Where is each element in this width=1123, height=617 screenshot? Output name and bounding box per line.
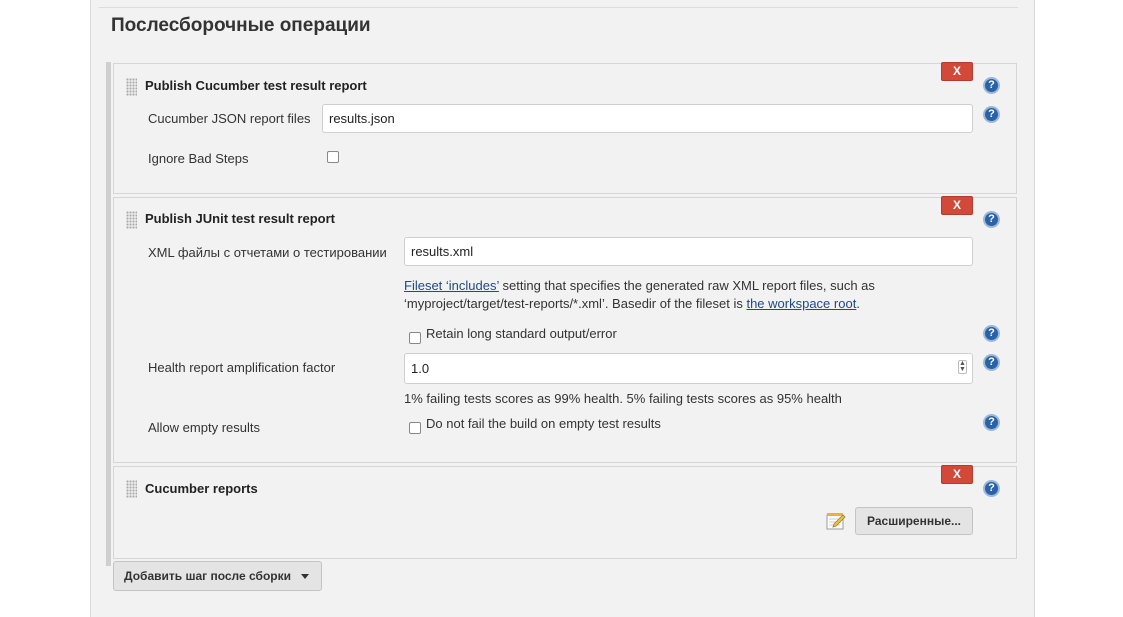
retain-output-checkbox[interactable] bbox=[409, 332, 421, 344]
description-text: ‘myproject/target/test-reports/*.xml’. B… bbox=[404, 296, 747, 311]
health-factor-label: Health report amplification factor bbox=[148, 360, 336, 375]
block-title: Cucumber reports bbox=[145, 481, 258, 496]
drag-handle-icon[interactable] bbox=[126, 480, 137, 498]
description-text: . bbox=[856, 296, 860, 311]
chevron-down-icon bbox=[301, 574, 309, 580]
help-icon[interactable]: ? bbox=[983, 325, 1000, 342]
help-icon[interactable]: ? bbox=[983, 354, 1000, 371]
drag-handle-icon[interactable] bbox=[126, 211, 137, 229]
junit-block: Publish JUnit test result report X ? XML… bbox=[113, 196, 1017, 463]
ignore-bad-steps-checkbox[interactable] bbox=[327, 151, 339, 163]
block-title: Publish Cucumber test result report bbox=[145, 78, 367, 93]
allow-empty-label: Allow empty results bbox=[148, 420, 260, 435]
delete-button[interactable]: X bbox=[941, 196, 973, 215]
help-icon[interactable]: ? bbox=[983, 480, 1000, 497]
delete-button[interactable]: X bbox=[941, 62, 973, 81]
health-factor-field: ▲▼ bbox=[404, 353, 973, 384]
add-step-label: Добавить шаг после сборки bbox=[124, 569, 291, 583]
advanced-button[interactable]: Расширенные... bbox=[855, 507, 973, 535]
json-files-input[interactable] bbox=[322, 104, 973, 133]
block-title: Publish JUnit test result report bbox=[145, 211, 335, 226]
xml-files-label: XML файлы с отчетами о тестировании bbox=[148, 245, 387, 260]
description-text: setting that specifies the generated raw… bbox=[498, 278, 875, 293]
notepad-icon bbox=[826, 513, 846, 530]
health-factor-description: 1% failing tests scores as 99% health. 5… bbox=[404, 391, 842, 406]
workspace-root-link[interactable]: the workspace root bbox=[746, 296, 856, 311]
fileset-includes-link[interactable]: Fileset ‘includes’ bbox=[404, 278, 499, 293]
cucumber-reports-block: Cucumber reports X ? Расширенные... bbox=[113, 465, 1017, 559]
retain-output-label: Retain long standard output/error bbox=[426, 326, 617, 341]
xml-files-description: Fileset ‘includes’ setting that specifie… bbox=[404, 277, 974, 313]
section-title: Послесборочные операции bbox=[111, 15, 371, 36]
section-left-bar bbox=[106, 62, 111, 566]
allow-empty-checkbox[interactable] bbox=[409, 422, 421, 434]
delete-button[interactable]: X bbox=[941, 465, 973, 484]
help-icon[interactable]: ? bbox=[983, 211, 1000, 228]
drag-handle-icon[interactable] bbox=[126, 78, 137, 96]
help-icon[interactable]: ? bbox=[983, 77, 1000, 94]
json-files-label: Cucumber JSON report files bbox=[148, 111, 311, 126]
ignore-bad-steps-label: Ignore Bad Steps bbox=[148, 151, 249, 166]
divider bbox=[99, 7, 1018, 8]
xml-files-input[interactable] bbox=[404, 237, 973, 266]
config-page: Послесборочные операции Publish Cucumber… bbox=[90, 0, 1035, 617]
help-icon[interactable]: ? bbox=[983, 414, 1000, 431]
health-factor-input[interactable] bbox=[404, 353, 973, 384]
allow-empty-checkbox-label: Do not fail the build on empty test resu… bbox=[426, 416, 661, 431]
add-post-build-step-button[interactable]: Добавить шаг после сборки bbox=[113, 561, 322, 591]
help-icon[interactable]: ? bbox=[983, 106, 1000, 123]
number-spinner-icon[interactable]: ▲ ▼ bbox=[958, 360, 967, 374]
cucumber-result-block: Publish Cucumber test result report X ? … bbox=[113, 62, 1017, 194]
